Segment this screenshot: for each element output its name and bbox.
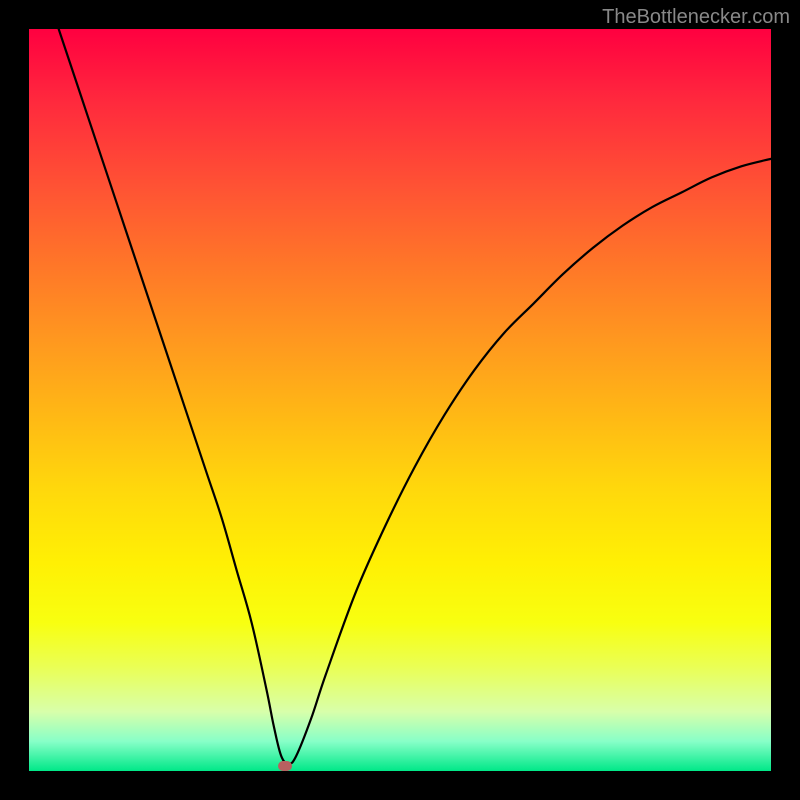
chart-plot-area — [29, 29, 771, 771]
chart-svg — [29, 29, 771, 771]
chart-marker — [278, 761, 292, 771]
chart-curve — [59, 29, 771, 764]
attribution-label: TheBottlenecker.com — [602, 6, 790, 29]
